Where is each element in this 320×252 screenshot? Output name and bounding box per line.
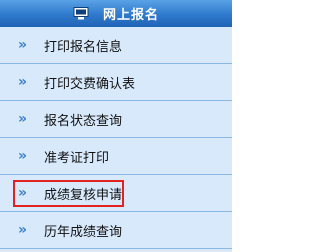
double-chevron-right-icon: » bbox=[18, 185, 27, 201]
double-chevron-right-icon: » bbox=[18, 222, 27, 238]
double-chevron-right-icon: » bbox=[18, 111, 27, 127]
menu-item-print-admission-ticket[interactable]: » 准考证打印 bbox=[0, 138, 232, 175]
online-registration-panel: 网上报名 » 打印报名信息 » 打印交费确认表 » 报名状态查询 » 准考证打印… bbox=[0, 0, 232, 252]
menu-item-label: 成绩复核申请 bbox=[44, 187, 123, 203]
menu-item-score-review-application[interactable]: » 成绩复核申请 bbox=[0, 175, 232, 212]
double-chevron-right-icon: » bbox=[18, 74, 27, 90]
double-chevron-right-icon: » bbox=[18, 37, 27, 53]
menu-item-label: 打印报名信息 bbox=[44, 39, 123, 55]
panel-header: 网上报名 bbox=[0, 0, 232, 27]
menu-item-print-payment-confirmation[interactable]: » 打印交费确认表 bbox=[0, 64, 232, 101]
menu-item-label: 历年成绩查询 bbox=[44, 224, 123, 240]
menu-item-label: 打印交费确认表 bbox=[44, 76, 136, 92]
menu-item-registration-status-query[interactable]: » 报名状态查询 bbox=[0, 101, 232, 138]
menu-item-label: 准考证打印 bbox=[44, 150, 110, 166]
menu-item-historical-score-query[interactable]: » 历年成绩查询 bbox=[0, 212, 232, 249]
registration-menu: » 打印报名信息 » 打印交费确认表 » 报名状态查询 » 准考证打印 » 成绩… bbox=[0, 27, 232, 249]
monitor-icon bbox=[73, 7, 89, 20]
menu-item-label: 报名状态查询 bbox=[44, 113, 123, 129]
panel-title: 网上报名 bbox=[102, 8, 159, 23]
menu-item-print-registration-info[interactable]: » 打印报名信息 bbox=[0, 27, 232, 64]
double-chevron-right-icon: » bbox=[18, 148, 27, 164]
